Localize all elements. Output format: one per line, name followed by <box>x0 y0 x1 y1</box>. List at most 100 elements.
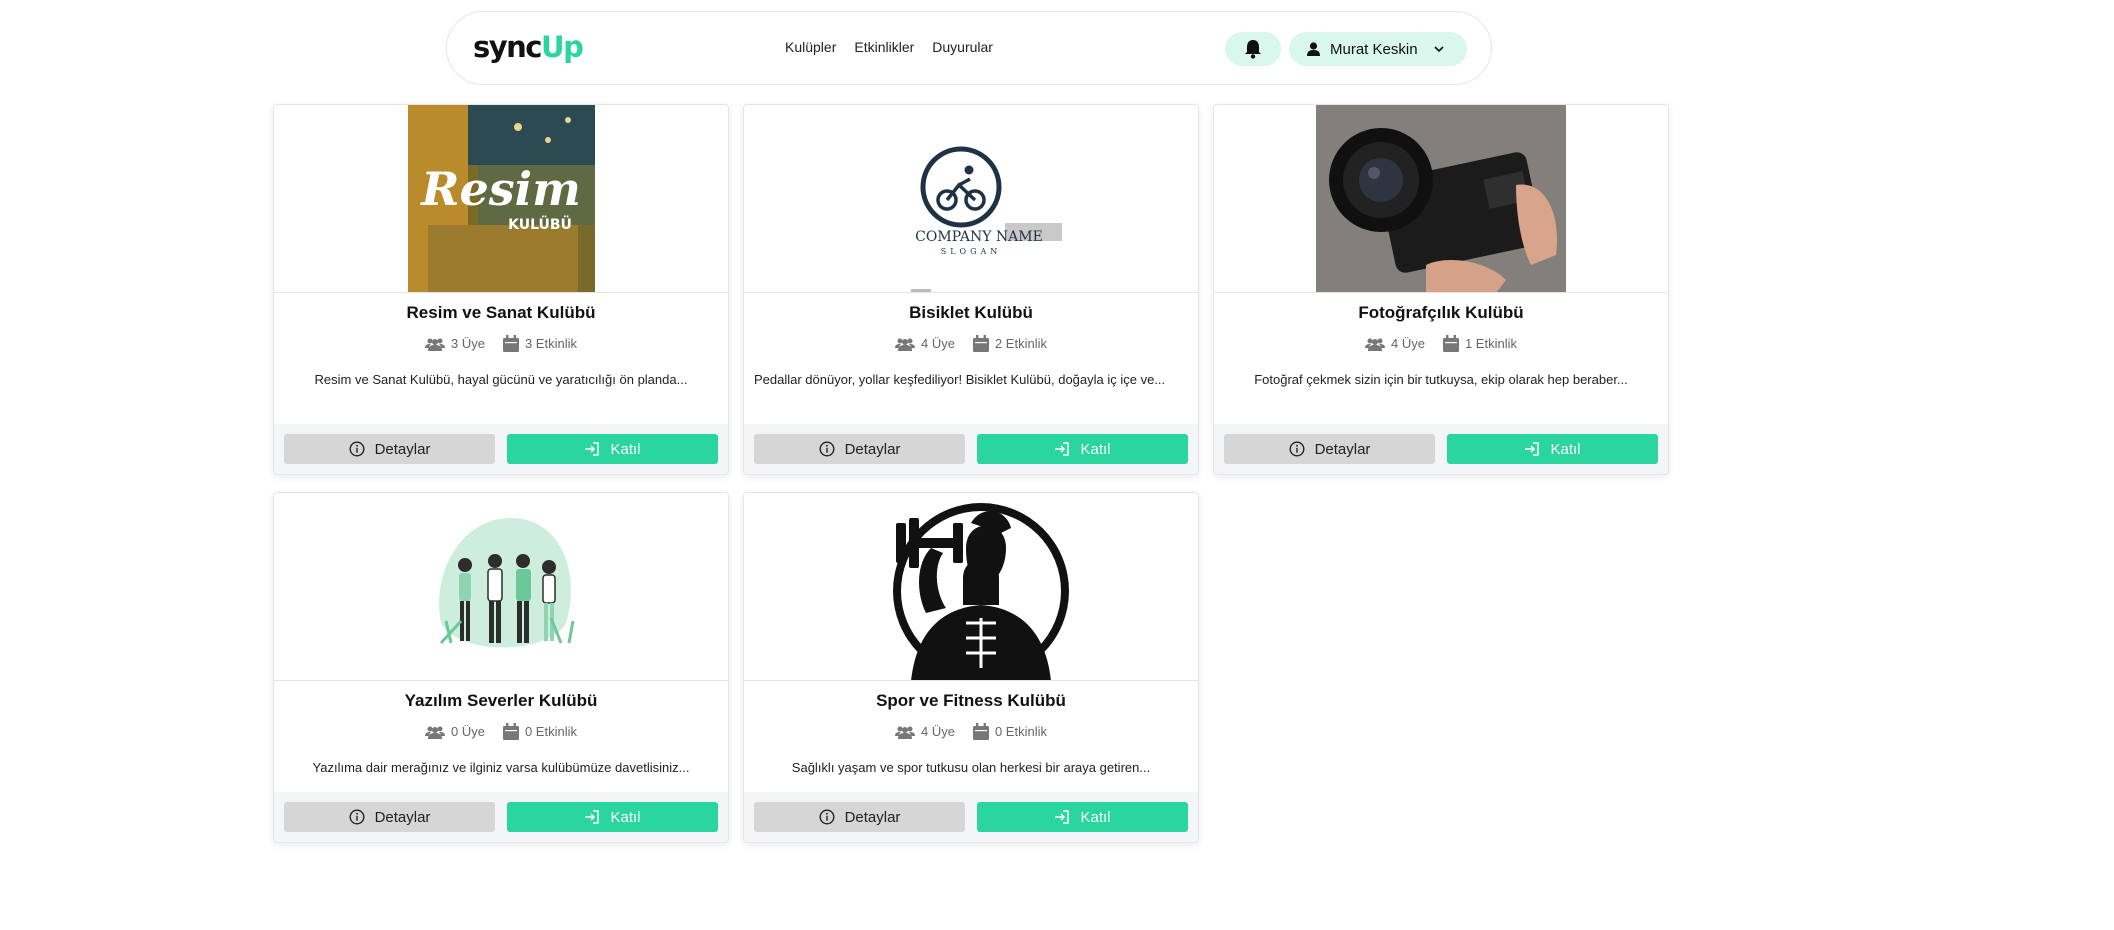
club-card: COMPANY NAME SLOGAN Bisiklet Kulübü 4 Üy… <box>743 104 1199 475</box>
info-icon <box>349 441 365 457</box>
member-count: 3 Üye <box>425 335 485 352</box>
member-count: 4 Üye <box>1365 335 1425 352</box>
join-button[interactable]: Katıl <box>507 802 718 832</box>
image-text-title: COMPANY NAME <box>915 229 1043 245</box>
details-label: Detaylar <box>1314 440 1371 458</box>
club-image-art: Resim KULÜBÜ <box>407 105 595 292</box>
sign-in-icon <box>1055 810 1070 824</box>
member-count-text: 4 Üye <box>1391 336 1425 351</box>
details-label: Detaylar <box>374 808 431 826</box>
member-count: 0 Üye <box>425 723 485 740</box>
join-label: Katıl <box>610 808 641 826</box>
event-count-text: 2 Etkinlik <box>994 336 1047 351</box>
nav-links: Kulüpler Etkinlikler Duyurular <box>785 39 993 55</box>
user-name: Murat Keskin <box>1330 40 1418 58</box>
users-icon <box>425 338 445 351</box>
member-count-text: 4 Üye <box>921 336 955 351</box>
club-card: Resim KULÜBÜ Resim ve Sanat Kulübü 3 Üye… <box>273 104 729 475</box>
logo-part2: Up <box>541 30 584 64</box>
club-image-art <box>871 493 1071 680</box>
club-image <box>1214 105 1668 293</box>
club-image <box>744 493 1198 681</box>
join-label: Katıl <box>610 440 641 458</box>
details-label: Detaylar <box>844 440 901 458</box>
nav-link-clubs[interactable]: Kulüpler <box>785 39 836 55</box>
details-label: Detaylar <box>844 808 901 826</box>
join-label: Katıl <box>1080 440 1111 458</box>
event-count: 2 Etkinlik <box>972 335 1047 352</box>
sign-in-icon <box>585 810 600 824</box>
info-icon <box>819 441 835 457</box>
users-icon <box>425 726 445 739</box>
club-stats: 0 Üye 0 Etkinlik <box>274 723 728 740</box>
details-label: Detaylar <box>374 440 431 458</box>
notifications-button[interactable] <box>1225 32 1281 66</box>
club-image-art: COMPANY NAME SLOGAN <box>871 105 1071 292</box>
club-description: Fotoğraf çekmek sizin için bir tutkuysa,… <box>1254 372 1628 387</box>
club-title: Resim ve Sanat Kulübü <box>406 303 596 322</box>
calendar-icon <box>972 723 989 740</box>
chevron-down-icon <box>1433 46 1444 53</box>
card-actions: Detaylar Katıl <box>1214 424 1668 474</box>
club-stats: 3 Üye 3 Etkinlik <box>274 335 728 352</box>
details-button[interactable]: Detaylar <box>1224 434 1435 464</box>
club-description: Pedallar dönüyor, yollar keşfediliyor! B… <box>754 372 1166 387</box>
bell-icon <box>1245 40 1261 59</box>
info-icon <box>1289 441 1305 457</box>
event-count-text: 0 Etkinlik <box>994 724 1047 739</box>
event-count: 3 Etkinlik <box>502 335 577 352</box>
club-image-art <box>401 493 601 680</box>
member-count: 4 Üye <box>895 723 955 740</box>
club-card: Fotoğrafçılık Kulübü 4 Üye 1 Etkinlik Fo… <box>1213 104 1669 475</box>
join-button[interactable]: Katıl <box>507 434 718 464</box>
club-title: Fotoğrafçılık Kulübü <box>1358 303 1524 322</box>
sign-in-icon <box>1525 442 1540 456</box>
member-count-text: 3 Üye <box>451 336 485 351</box>
club-card: Yazılım Severler Kulübü 0 Üye 0 Etkinlik… <box>273 492 729 843</box>
club-stats: 4 Üye 1 Etkinlik <box>1214 335 1668 352</box>
member-count-text: 4 Üye <box>921 724 955 739</box>
details-button[interactable]: Detaylar <box>754 434 965 464</box>
event-count: 0 Etkinlik <box>502 723 577 740</box>
card-actions: Detaylar Katıl <box>274 792 728 842</box>
club-image-art <box>1316 105 1566 292</box>
nav-link-events[interactable]: Etkinlikler <box>854 39 914 55</box>
club-title: Bisiklet Kulübü <box>909 303 1033 322</box>
club-title: Yazılım Severler Kulübü <box>404 691 598 710</box>
details-button[interactable]: Detaylar <box>284 434 495 464</box>
card-actions: Detaylar Katıl <box>274 424 728 474</box>
event-count-text: 3 Etkinlik <box>524 336 577 351</box>
club-title: Spor ve Fitness Kulübü <box>876 691 1066 710</box>
club-image: COMPANY NAME SLOGAN <box>744 105 1198 293</box>
image-text-sub: KULÜBÜ <box>508 215 572 233</box>
event-count: 1 Etkinlik <box>1442 335 1517 352</box>
event-count-text: 0 Etkinlik <box>524 724 577 739</box>
calendar-icon <box>972 335 989 352</box>
member-count: 4 Üye <box>895 335 955 352</box>
users-icon <box>895 726 915 739</box>
logo-part1: sync <box>473 30 543 64</box>
calendar-icon <box>502 723 519 740</box>
info-icon <box>349 809 365 825</box>
logo[interactable]: syncUp <box>473 30 584 64</box>
join-label: Katıl <box>1550 440 1581 458</box>
info-icon <box>819 809 835 825</box>
user-menu[interactable]: Murat Keskin <box>1289 32 1467 66</box>
club-image: Resim KULÜBÜ <box>274 105 728 293</box>
join-button[interactable]: Katıl <box>977 802 1188 832</box>
join-button[interactable]: Katıl <box>1447 434 1658 464</box>
card-actions: Detaylar Katıl <box>744 424 1198 474</box>
join-button[interactable]: Katıl <box>977 434 1188 464</box>
image-text-sub: SLOGAN <box>941 247 1002 256</box>
image-text-title: Resim <box>419 162 581 216</box>
nav-link-announcements[interactable]: Duyurular <box>932 39 993 55</box>
details-button[interactable]: Detaylar <box>754 802 965 832</box>
details-button[interactable]: Detaylar <box>284 802 495 832</box>
event-count-text: 1 Etkinlik <box>1464 336 1517 351</box>
card-actions: Detaylar Katıl <box>744 792 1198 842</box>
club-stats: 4 Üye 0 Etkinlik <box>744 723 1198 740</box>
users-icon <box>895 338 915 351</box>
navbar: syncUp Kulüpler Etkinlikler Duyurular Mu… <box>446 11 1492 85</box>
club-image <box>274 493 728 681</box>
event-count: 0 Etkinlik <box>972 723 1047 740</box>
